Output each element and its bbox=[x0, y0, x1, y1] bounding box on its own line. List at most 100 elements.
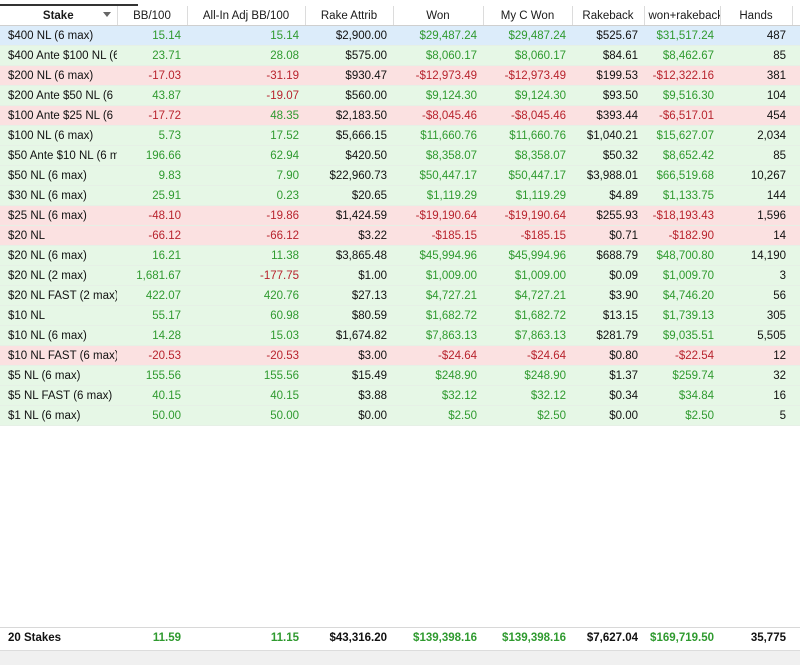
total-rake-attrib: $43,316.20 bbox=[329, 632, 387, 644]
table-row[interactable]: $20 NL FAST (2 max) 422.07 420.76 $27.13 $4,… bbox=[0, 285, 800, 306]
row-stake-name: $5 NL (6 max) bbox=[0, 365, 117, 386]
row-rake-attrib: $930.47 bbox=[305, 65, 393, 86]
row-allin-adj: 11.38 bbox=[187, 245, 305, 266]
column-header-allin-adj[interactable]: All-In Adj BB/100 bbox=[187, 6, 306, 26]
row-hands: 14 bbox=[720, 225, 792, 246]
table-row[interactable]: $10 NL 55.17 60.98 $80.59 $1,682.72 $1,682.72… bbox=[0, 305, 800, 326]
row-hands: 454 bbox=[720, 105, 792, 126]
row-bb100: 55.17 bbox=[117, 305, 187, 326]
table-row[interactable]: $50 Ante $10 NL (6 m 196.66 62.94 $420.50 $8… bbox=[0, 145, 800, 166]
row-bb100: -48.10 bbox=[117, 205, 187, 226]
row-won-plus-rakeback: $31,517.24 bbox=[644, 25, 720, 46]
row-allin-adj: 62.94 bbox=[187, 145, 305, 166]
row-won: -$185.15 bbox=[393, 225, 483, 246]
total-allin-adj: 11.15 bbox=[270, 632, 299, 644]
row-bb100: -17.72 bbox=[117, 105, 187, 126]
row-won-plus-rakeback: $9,516.30 bbox=[644, 85, 720, 106]
row-won: $4,727.21 bbox=[393, 285, 483, 306]
column-header-rakeback[interactable]: Rakeback bbox=[572, 6, 645, 26]
row-won-plus-rakeback: $8,462.67 bbox=[644, 45, 720, 66]
column-header-my-c-won[interactable]: My C Won bbox=[483, 6, 573, 26]
row-won-plus-rakeback: $259.74 bbox=[644, 365, 720, 386]
row-allin-adj: -20.53 bbox=[187, 345, 305, 366]
row-won-plus-rakeback: $66,519.68 bbox=[644, 165, 720, 186]
table-row[interactable]: $5 NL FAST (6 max) 40.15 40.15 $3.88 $32.12 $… bbox=[0, 385, 800, 406]
row-won: $29,487.24 bbox=[393, 25, 483, 46]
row-won: $1,682.72 bbox=[393, 305, 483, 326]
row-allin-adj: -19.07 bbox=[187, 85, 305, 106]
table-row[interactable]: $20 NL -66.12 -66.12 $3.22 -$185.15 -$185.15 $… bbox=[0, 225, 800, 246]
row-rakeback: $688.79 bbox=[572, 245, 644, 266]
row-my-c-won: $11,660.76 bbox=[483, 125, 572, 146]
table-row[interactable]: $5 NL (6 max) 155.56 155.56 $15.49 $248.90 $2… bbox=[0, 365, 800, 386]
row-allin-adj: 0.23 bbox=[187, 185, 305, 206]
table-row[interactable]: $20 NL (6 max) 16.21 11.38 $3,865.48 $45,994… bbox=[0, 245, 800, 266]
row-rake-attrib: $3.00 bbox=[305, 345, 393, 366]
row-stake-name: $5 NL FAST (6 max) bbox=[0, 385, 117, 406]
horizontal-scrollbar[interactable] bbox=[0, 650, 800, 665]
column-header-bb100[interactable]: BB/100 bbox=[117, 6, 188, 26]
table-row[interactable]: $100 Ante $25 NL (6 -17.72 48.35 $2,183.50-… bbox=[0, 105, 800, 126]
row-hands: 14,190 bbox=[720, 245, 792, 266]
row-won: $11,660.76 bbox=[393, 125, 483, 146]
row-rakeback: $0.00 bbox=[572, 405, 644, 426]
column-header-stake[interactable]: Stake bbox=[0, 6, 118, 26]
row-won: $1,119.29 bbox=[393, 185, 483, 206]
row-won: $7,863.13 bbox=[393, 325, 483, 346]
row-bb100: -66.12 bbox=[117, 225, 187, 246]
table-row[interactable]: $400 NL (6 max) 15.14 15.14 $2,900.00 $29,48… bbox=[0, 25, 800, 46]
table-row[interactable]: $10 NL (6 max) 14.28 15.03 $1,674.82 $7,863.… bbox=[0, 325, 800, 346]
column-header-won-plus-rakeback[interactable]: won+rakeback bbox=[644, 6, 721, 26]
table-row[interactable]: $20 NL (2 max) 1,681.67 -177.75 $1.00 $1,009… bbox=[0, 265, 800, 286]
table-row[interactable]: $25 NL (6 max) -48.10 -19.86 $1,424.59 -$19,… bbox=[0, 205, 800, 226]
row-rakeback: $0.09 bbox=[572, 265, 644, 286]
column-header-hands[interactable]: Hands bbox=[720, 6, 793, 26]
row-rake-attrib: $15.49 bbox=[305, 365, 393, 386]
row-rakeback: $1,040.21 bbox=[572, 125, 644, 146]
row-allin-adj: 17.52 bbox=[187, 125, 305, 146]
table-row[interactable]: $10 NL FAST (6 max) -20.53 -20.53 $3.00 -$24… bbox=[0, 345, 800, 366]
table-row[interactable]: $200 Ante $50 NL (6 43.87 -19.07 $560.00 $9,… bbox=[0, 85, 800, 106]
row-won-plus-rakeback: $48,700.80 bbox=[644, 245, 720, 266]
row-rake-attrib: $3.88 bbox=[305, 385, 393, 406]
row-hands: 2,034 bbox=[720, 125, 792, 146]
row-bb100: -17.03 bbox=[117, 65, 187, 86]
row-rake-attrib: $22,960.73 bbox=[305, 165, 393, 186]
table-row[interactable]: $50 NL (6 max) 9.83 7.90 $22,960.73 $50,447.… bbox=[0, 165, 800, 186]
row-hands: 16 bbox=[720, 385, 792, 406]
row-won: -$12,973.49 bbox=[393, 65, 483, 86]
row-bb100: 422.07 bbox=[117, 285, 187, 306]
row-hands: 85 bbox=[720, 145, 792, 166]
row-rake-attrib: $420.50 bbox=[305, 145, 393, 166]
sort-desc-arrow-icon[interactable] bbox=[102, 12, 111, 17]
row-rakeback: $4.89 bbox=[572, 185, 644, 206]
table-row[interactable]: $30 NL (6 max) 25.91 0.23 $20.65 $1,119.29 $1… bbox=[0, 185, 800, 206]
row-rakeback: $393.44 bbox=[572, 105, 644, 126]
row-won: $45,994.96 bbox=[393, 245, 483, 266]
column-header-extra[interactable] bbox=[792, 6, 800, 26]
row-hands: 5,505 bbox=[720, 325, 792, 346]
row-won-plus-rakeback: -$6,517.01 bbox=[644, 105, 720, 126]
row-won-plus-rakeback: -$18,193.43 bbox=[644, 205, 720, 226]
row-rake-attrib: $5,666.15 bbox=[305, 125, 393, 146]
row-stake-name: $20 NL FAST (2 max) bbox=[0, 285, 117, 306]
row-stake-name: $10 NL bbox=[0, 305, 117, 326]
table-row[interactable]: $400 Ante $100 NL (6 23.71 28.08 $575.00 $8,… bbox=[0, 45, 800, 66]
row-allin-adj: 15.14 bbox=[187, 25, 305, 46]
row-hands: 10,267 bbox=[720, 165, 792, 186]
row-rakeback: $3,988.01 bbox=[572, 165, 644, 186]
row-stake-name: $20 NL bbox=[0, 225, 117, 246]
column-header-rake-attrib[interactable]: Rake Attrib bbox=[305, 6, 394, 26]
table-row[interactable]: $100 NL (6 max) 5.73 17.52 $5,666.15 $11,660… bbox=[0, 125, 800, 146]
row-allin-adj: 40.15 bbox=[187, 385, 305, 406]
row-stake-name: $50 Ante $10 NL (6 m bbox=[0, 145, 117, 166]
row-my-c-won: $9,124.30 bbox=[483, 85, 572, 106]
table-row[interactable]: $200 NL (6 max) -17.03 -31.19 $930.47 -$12,9… bbox=[0, 65, 800, 86]
row-won-plus-rakeback: -$12,322.16 bbox=[644, 65, 720, 86]
row-stake-name: $30 NL (6 max) bbox=[0, 185, 117, 206]
row-hands: 144 bbox=[720, 185, 792, 206]
column-header-won[interactable]: Won bbox=[393, 6, 484, 26]
row-my-c-won: $248.90 bbox=[483, 365, 572, 386]
row-rake-attrib: $27.13 bbox=[305, 285, 393, 306]
table-row[interactable]: $1 NL (6 max) 50.00 50.00 $0.00 $2.50 $2.50 $0… bbox=[0, 405, 800, 426]
